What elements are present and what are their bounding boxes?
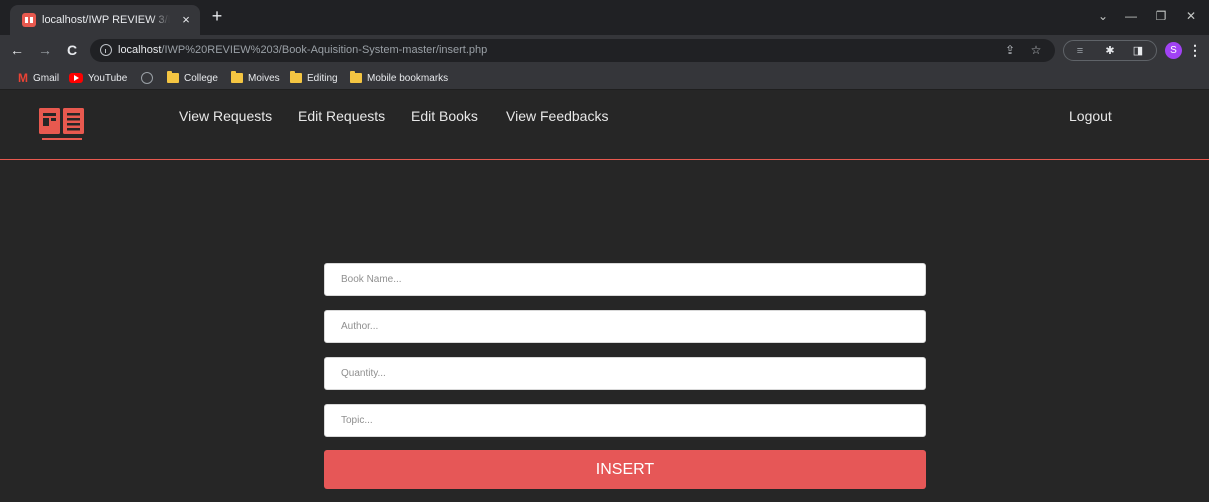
nav-logout[interactable]: Logout (1069, 108, 1112, 124)
site-navbar: View Requests Edit Requests Edit Books V… (0, 90, 1209, 160)
nav-view-requests[interactable]: View Requests (179, 108, 272, 124)
tab-search-chevron-icon[interactable]: ⌄ (1093, 7, 1113, 25)
back-button[interactable]: ← (8, 41, 26, 59)
reload-button[interactable]: C (63, 41, 81, 59)
browser-toolbar: ← → C localhost/IWP%20REVIEW%203/Book-Aq… (0, 35, 1209, 66)
bookmark-mobile[interactable]: Mobile bookmarks (350, 70, 448, 86)
globe-icon (141, 72, 153, 84)
extensions-group: ≡ ✱ ◨ (1063, 40, 1157, 61)
bookmark-editing[interactable]: Editing (290, 70, 338, 86)
nav-edit-requests[interactable]: Edit Requests (298, 108, 385, 124)
extension-icon[interactable]: ≡ (1072, 43, 1088, 59)
bookmark-star-icon[interactable]: ☆ (1028, 42, 1044, 58)
restore-button[interactable]: ❐ (1151, 7, 1171, 25)
tab-close-icon[interactable]: × (178, 12, 194, 28)
bookmarks-bar: M Gmail YouTube College Moives Editing M… (0, 66, 1209, 90)
bookmark-moives[interactable]: Moives (231, 70, 280, 86)
gmail-icon: M (18, 71, 28, 85)
book-name-input[interactable] (324, 263, 926, 296)
folder-icon (290, 71, 302, 83)
puzzle-icon[interactable]: ✱ (1102, 43, 1118, 59)
minimize-button[interactable]: — (1121, 7, 1141, 25)
folder-icon (167, 71, 179, 83)
site-favicon-icon (22, 13, 36, 27)
forward-button[interactable]: → (36, 41, 54, 59)
side-panel-icon[interactable]: ◨ (1130, 43, 1146, 59)
bookmark-gmail[interactable]: M Gmail (18, 70, 59, 86)
insert-button[interactable]: INSERT (324, 450, 926, 489)
url-text[interactable]: localhost/IWP%20REVIEW%203/Book-Aquisiti… (118, 44, 487, 56)
quantity-input[interactable] (324, 357, 926, 390)
nav-edit-books[interactable]: Edit Books (411, 108, 478, 124)
tab-strip: localhost/IWP REVIEW 3/Book-Aquisition-S… (0, 0, 1209, 35)
bookmark-youtube[interactable]: YouTube (69, 70, 127, 86)
menu-icon[interactable]: ⋮ (1188, 42, 1202, 59)
book-logo-icon[interactable] (39, 104, 107, 144)
address-bar[interactable]: localhost/IWP%20REVIEW%203/Book-Aquisiti… (90, 39, 1055, 62)
site-info-icon[interactable] (100, 44, 112, 56)
author-input[interactable] (324, 310, 926, 343)
folder-icon (350, 71, 362, 83)
bookmark-college[interactable]: College (167, 70, 218, 86)
new-tab-button[interactable]: + (209, 7, 225, 25)
profile-avatar[interactable]: S (1165, 42, 1182, 59)
share-icon[interactable]: ⇪ (1002, 42, 1018, 58)
tab-title: localhost/IWP REVIEW 3/Book-Aquisition-S… (42, 14, 170, 26)
folder-icon (231, 71, 243, 83)
topic-input[interactable] (324, 404, 926, 437)
bookmark-globe[interactable] (141, 70, 153, 86)
nav-view-feedbacks[interactable]: View Feedbacks (506, 108, 608, 124)
window-close-button[interactable]: ✕ (1181, 7, 1201, 25)
youtube-icon (69, 73, 83, 83)
page-content: View Requests Edit Requests Edit Books V… (0, 90, 1209, 502)
browser-tab[interactable]: localhost/IWP REVIEW 3/Book-Aquisition-S… (10, 5, 200, 35)
